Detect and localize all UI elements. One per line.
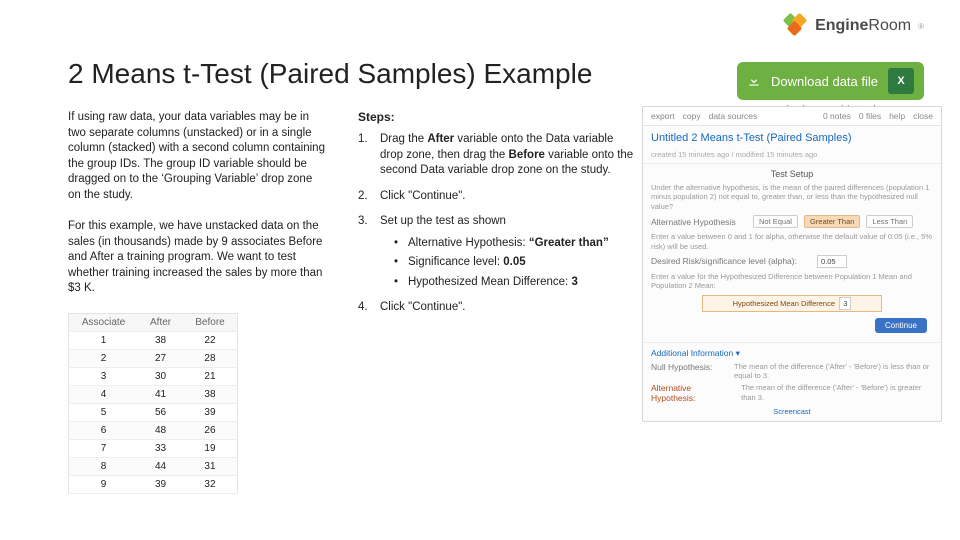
table-row: 33021 xyxy=(69,367,238,385)
brand-registered: ® xyxy=(918,22,924,31)
note-hyp-diff: Enter a value for the Hypothesized Diffe… xyxy=(651,272,933,291)
chevron-down-icon: ▾ xyxy=(736,348,740,358)
step-1: Drag the After variable onto the Data va… xyxy=(358,132,638,179)
note-alt-hypothesis: Under the alternative hypothesis, is the… xyxy=(651,183,933,211)
intro-paragraph-1: If using raw data, your data variables m… xyxy=(68,110,328,203)
brand: EngineRoom ® xyxy=(783,14,924,38)
pill-less-than[interactable]: Less Than xyxy=(866,215,913,228)
toolbar-data-sources[interactable]: data sources xyxy=(709,111,758,121)
hypothesized-diff-box: Hypothesized Mean Difference 3 xyxy=(702,295,882,312)
table-row: 13822 xyxy=(69,331,238,349)
toolbar-copy[interactable]: copy xyxy=(683,111,701,121)
table-row: 64826 xyxy=(69,421,238,439)
download-label: Download data file xyxy=(771,74,878,89)
label-alt-hypothesis: Alternative Hypothesis xyxy=(651,217,747,227)
section-title-setup: Test Setup xyxy=(651,169,933,179)
hyp-diff-input[interactable]: 3 xyxy=(839,297,851,310)
step-3: Set up the test as shown Alternative Hyp… xyxy=(358,214,638,290)
label-alpha: Desired Risk/significance level (alpha): xyxy=(651,256,811,266)
null-hypothesis-text: The mean of the difference ('After' - 'B… xyxy=(734,362,933,381)
alt-hypothesis-text: The mean of the difference ('After' - 'B… xyxy=(741,383,933,402)
steps-header: Steps: xyxy=(358,110,638,124)
brand-logo-icon xyxy=(783,14,809,38)
brand-name: EngineRoom xyxy=(815,17,911,35)
pill-greater-than[interactable]: Greater Than xyxy=(804,215,860,228)
app-screenshot: 2 Means t-Test (Paired Samples) After Be… xyxy=(642,106,942,422)
study-title: Untitled 2 Means t-Test (Paired Samples) xyxy=(643,126,941,150)
null-hypothesis-label: Null Hypothesis: xyxy=(651,362,728,372)
intro-paragraph-2: For this example, we have unstacked data… xyxy=(68,219,328,297)
step-3-bullet: Significance level: 0.05 xyxy=(394,255,638,271)
pill-not-equal[interactable]: Not Equal xyxy=(753,215,798,228)
table-row: 73319 xyxy=(69,439,238,457)
download-data-button[interactable]: Download data file X xyxy=(737,62,924,100)
toolbar-files[interactable]: 0 files xyxy=(859,111,881,121)
table-row: 84431 xyxy=(69,457,238,475)
study-meta: created 15 minutes ago / modified 15 min… xyxy=(643,150,941,163)
toolbar-close[interactable]: close xyxy=(913,111,933,121)
table-header: Associate xyxy=(69,313,139,331)
alpha-input[interactable]: 0.05 xyxy=(817,255,847,268)
table-row: 22728 xyxy=(69,349,238,367)
download-icon xyxy=(747,74,761,88)
table-header: Before xyxy=(183,313,238,331)
step-2: Click "Continue". xyxy=(358,189,638,205)
table-row: 55639 xyxy=(69,403,238,421)
step-3-bullet: Hypothesized Mean Difference: 3 xyxy=(394,275,638,291)
continue-button[interactable]: Continue xyxy=(875,318,927,333)
excel-icon: X xyxy=(888,68,914,94)
toolbar-help[interactable]: help xyxy=(889,111,905,121)
toolbar-notes[interactable]: 0 notes xyxy=(823,111,851,121)
table-row: 44138 xyxy=(69,385,238,403)
table-header: After xyxy=(138,313,183,331)
section-title-additional[interactable]: Additional Information ▾ xyxy=(651,348,933,359)
screencast-link[interactable]: Screencast xyxy=(651,407,933,416)
step-4: Click "Continue". xyxy=(358,300,638,316)
alt-hypothesis-label: Alternative Hypothesis: xyxy=(651,383,735,403)
note-alpha: Enter a value between 0 and 1 for alpha,… xyxy=(651,232,933,251)
step-3-bullet: Alternative Hypothesis: “Greater than” xyxy=(394,236,638,252)
table-row: 93932 xyxy=(69,475,238,493)
data-table: Associate After Before 13822227283302144… xyxy=(68,313,238,494)
toolbar-export[interactable]: export xyxy=(651,111,675,121)
